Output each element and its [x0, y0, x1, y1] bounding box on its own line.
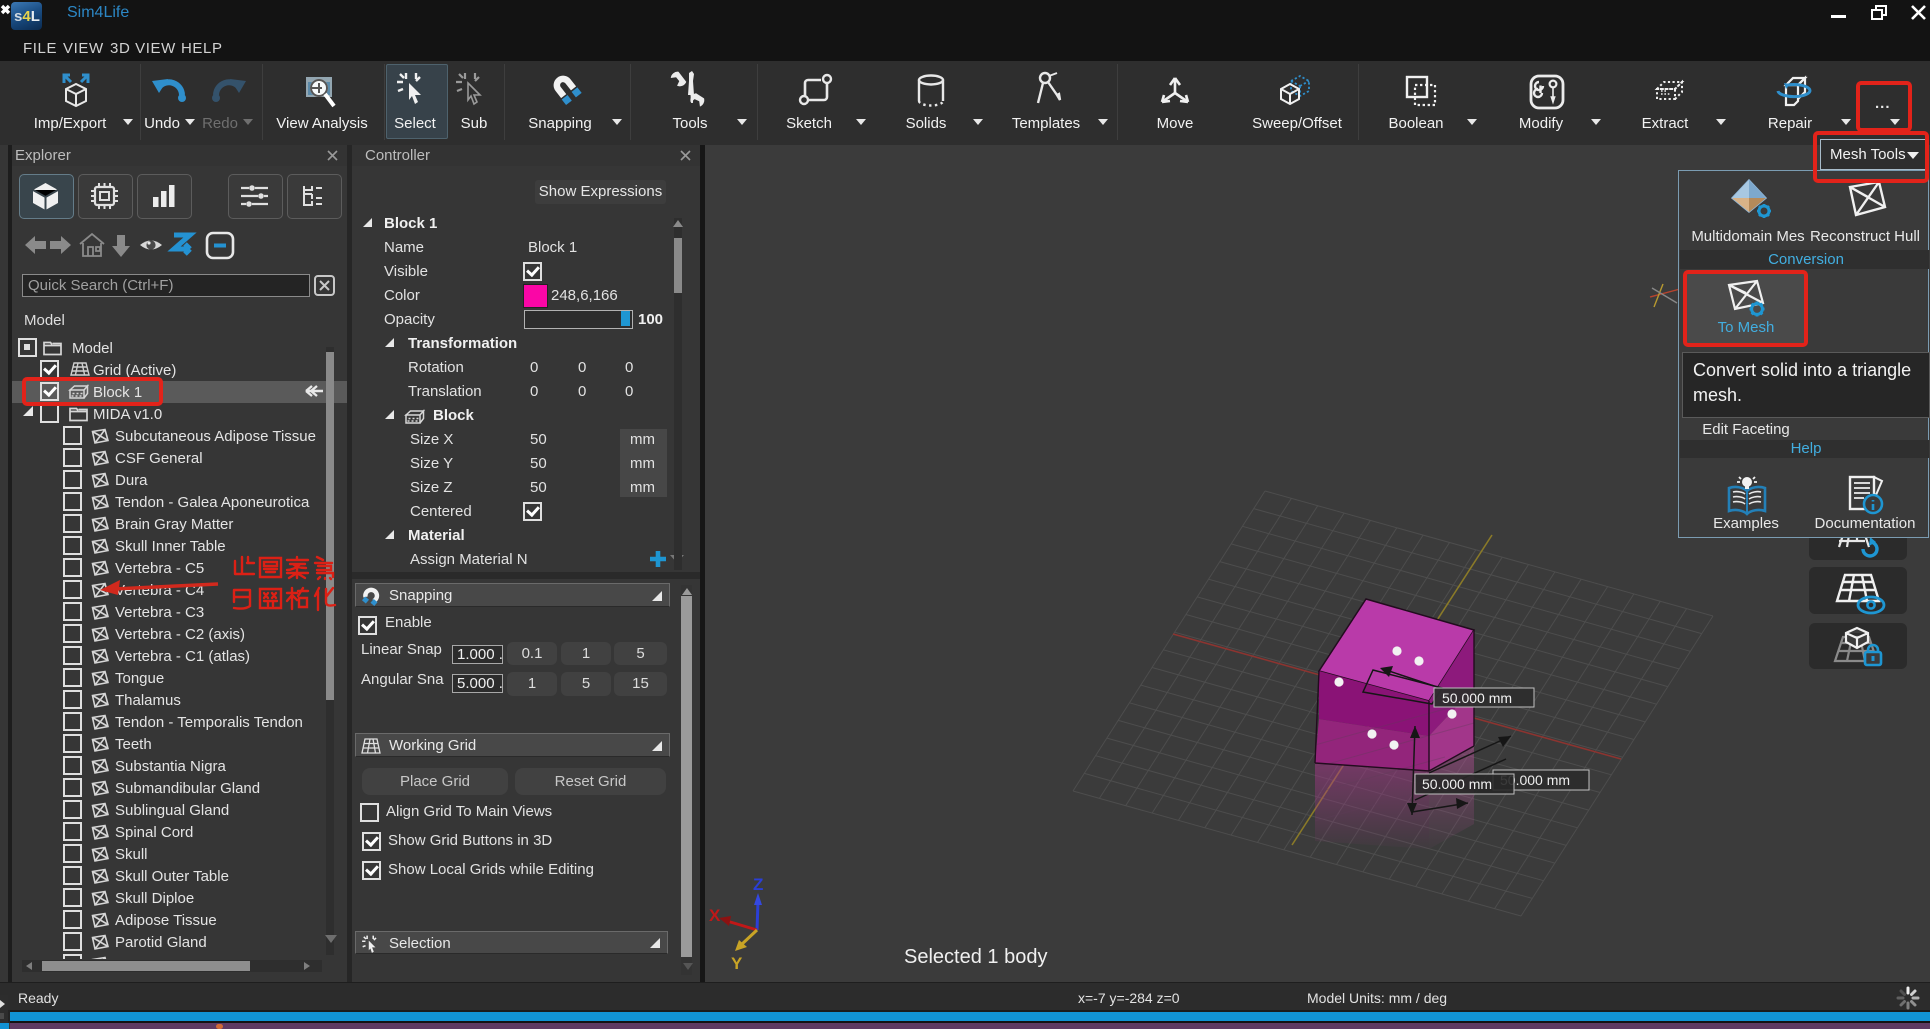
svg-text:Selected 1 body: Selected 1 body — [904, 946, 1047, 968]
svg-text:Y: Y — [731, 954, 743, 973]
svg-text:X: X — [709, 906, 721, 925]
svg-text:50.000 mm: 50.000 mm — [1422, 776, 1492, 792]
svg-text:Z: Z — [753, 875, 763, 894]
svg-text:50.000 mm: 50.000 mm — [1442, 690, 1512, 706]
